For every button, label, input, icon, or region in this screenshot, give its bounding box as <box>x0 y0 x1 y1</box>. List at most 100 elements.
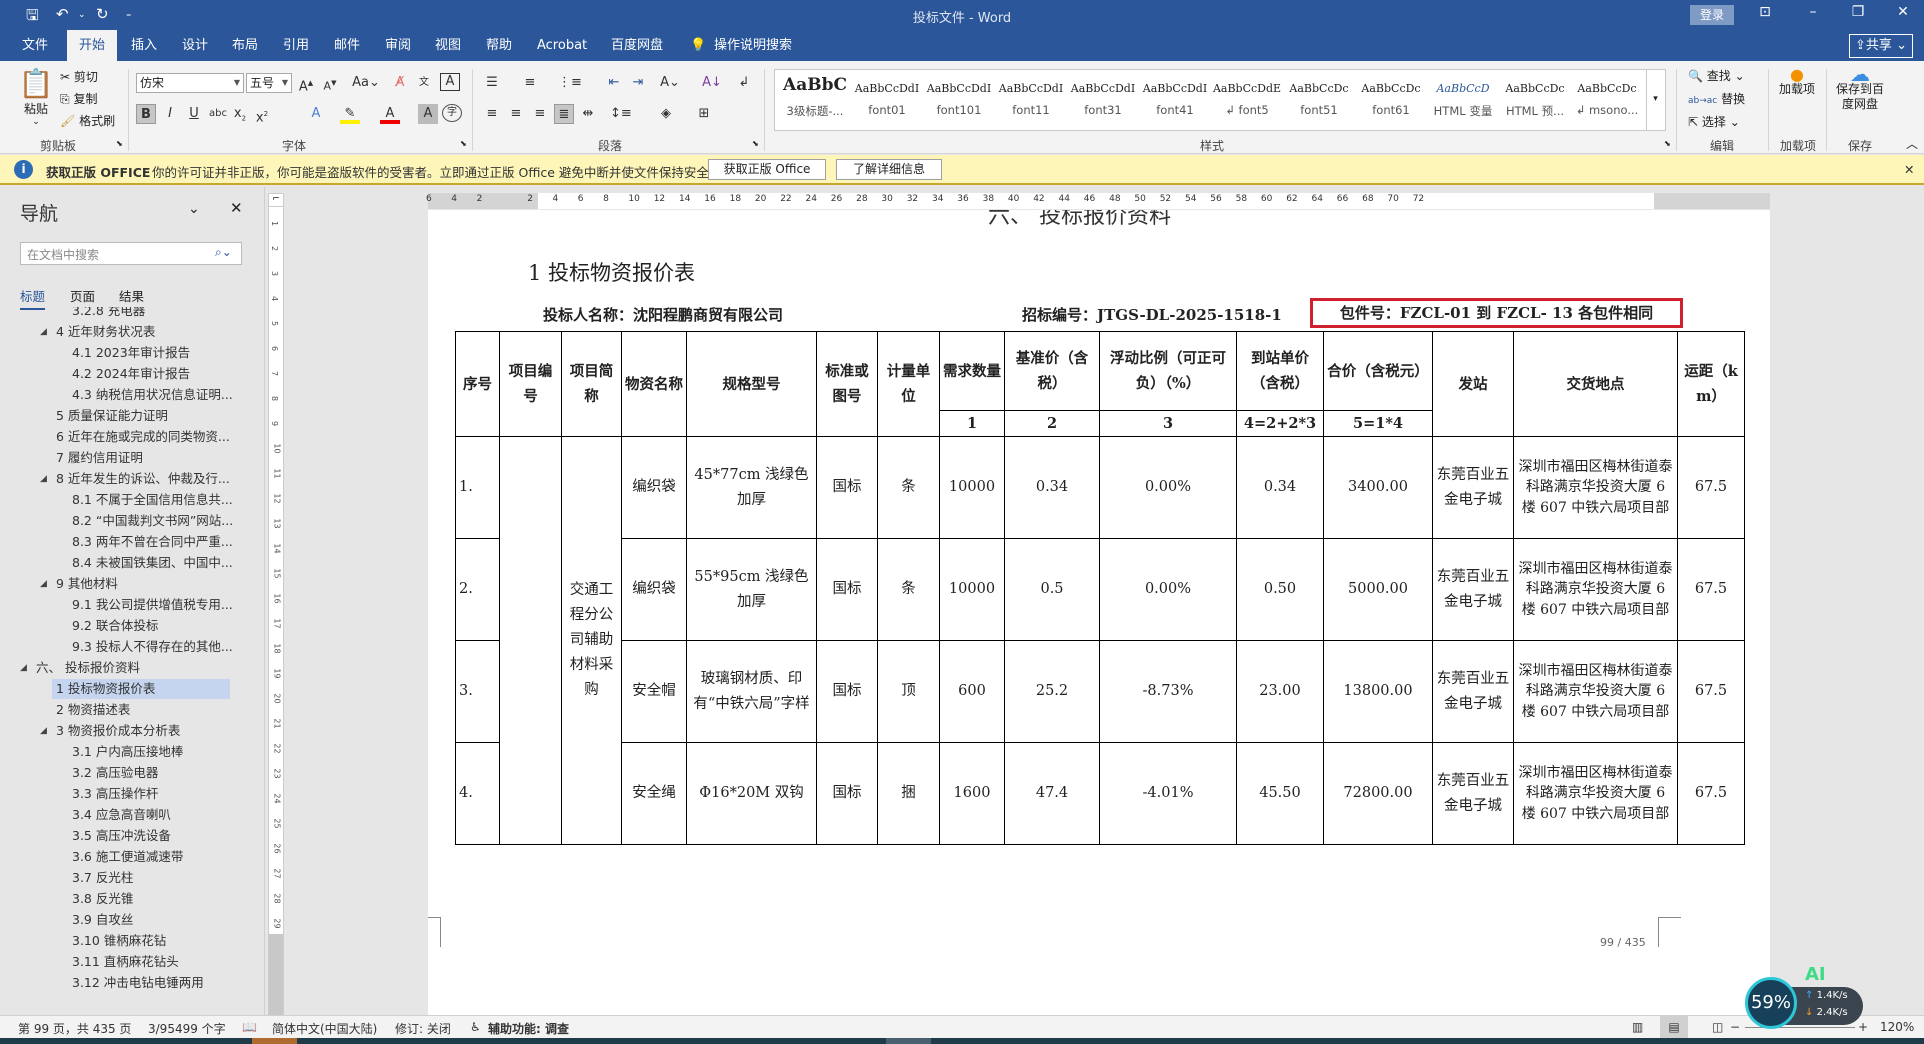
tab-review[interactable]: 审阅 <box>377 30 419 61</box>
proofing-icon[interactable]: 📖 <box>242 1020 257 1034</box>
accessibility-status[interactable]: 辅助功能: 调查 <box>488 1020 569 1037</box>
bold-button[interactable]: B <box>136 104 156 124</box>
addins-button[interactable]: ● 加载项 <box>1776 67 1818 97</box>
nav-heading-item[interactable]: 3.2 高压验电器 <box>72 763 158 783</box>
italic-button[interactable]: I <box>160 104 180 124</box>
nav-heading-item[interactable]: 8 近年发生的诉讼、仲裁及行... <box>56 469 230 489</box>
learn-more-button[interactable]: 了解详细信息 <box>836 159 942 180</box>
font-name-select[interactable]: 仿宋 ▼ <box>136 73 244 93</box>
underline-button[interactable]: U <box>184 104 204 124</box>
nav-heading-item[interactable]: 8.4 未被国铁集团、中国中... <box>72 553 233 573</box>
expand-triangle-icon[interactable]: ◢ <box>40 327 47 337</box>
align-right-icon[interactable]: ≡ <box>530 104 550 124</box>
close-icon[interactable]: ✕ <box>1888 4 1918 20</box>
nav-heading-item[interactable]: 六、 投标报价资料 <box>36 658 140 678</box>
tab-references[interactable]: 引用 <box>275 30 317 61</box>
character-border-icon[interactable]: A <box>440 73 460 91</box>
zoom-level[interactable]: 120% <box>1880 1020 1914 1034</box>
network-speed-widget[interactable]: AI 59% ↑ 1.4K/s ↓ 2.4K/s <box>1745 964 1863 1029</box>
nav-heading-item[interactable]: 9.1 我公司提供增值税专用... <box>72 595 233 615</box>
cut-button[interactable]: ✂ 剪切 <box>60 68 98 85</box>
character-shading-icon[interactable]: A <box>418 104 438 124</box>
page-count[interactable]: 第 99 页，共 435 页 <box>18 1020 131 1037</box>
style-gallery-item[interactable]: AaBbCcDc font51 <box>1283 70 1355 130</box>
nav-heading-item[interactable]: 9 其他材料 <box>56 574 118 594</box>
increase-indent-icon[interactable]: ⇥ <box>628 73 648 93</box>
nav-heading-item[interactable]: 9.3 投标人不得存在的其他... <box>72 637 233 657</box>
tab-help[interactable]: 帮助 <box>478 30 520 61</box>
numbering-icon[interactable]: ≡ <box>520 73 540 93</box>
decrease-indent-icon[interactable]: ⇤ <box>604 73 624 93</box>
share-button[interactable]: ⇪共享 ⌄ <box>1849 34 1913 58</box>
search-icon[interactable]: ⌕⌄ <box>215 245 232 260</box>
nav-heading-item[interactable]: 8.2 “中国裁判文书网”网站... <box>72 511 233 531</box>
horizontal-ruler[interactable]: 6 4 2 2 4 6 8 10 12 14 16 18 20 22 24 26 28 30 32 34 36 38 40 4… <box>426 193 1770 209</box>
expand-triangle-icon[interactable]: ◢ <box>40 726 47 736</box>
login-button[interactable]: 登录 <box>1690 5 1734 25</box>
nav-heading-item[interactable]: 3.11 直柄麻花钻头 <box>72 952 179 972</box>
expand-triangle-icon[interactable]: ◢ <box>40 474 47 484</box>
tab-design[interactable]: 设计 <box>174 30 216 61</box>
sort-icon[interactable]: A↓ <box>702 73 722 93</box>
read-mode-icon[interactable]: ▥ <box>1632 1020 1643 1034</box>
subscript-button[interactable]: x2 <box>230 104 250 124</box>
style-gallery-item[interactable]: AaBbCcDc font61 <box>1355 70 1427 130</box>
nav-heading-item[interactable]: 9.2 联合体投标 <box>72 616 158 636</box>
nav-heading-item[interactable]: 3.6 施工便道减速带 <box>72 847 183 867</box>
text-direction-icon[interactable]: A⌄ <box>660 73 680 93</box>
distributed-icon[interactable]: ⇹ <box>578 104 598 124</box>
shading-icon[interactable]: ◈ <box>656 104 676 124</box>
paste-button[interactable]: 📋 粘贴 ⌄ <box>18 67 54 127</box>
tab-selector[interactable]: ⌐ <box>268 193 284 207</box>
vertical-ruler[interactable]: 1 2 3 4 5 6 7 8 9 10 11 12 13 14 15 16 17 18 19 20 21 22 23 24 2… <box>268 193 284 1029</box>
close-icon[interactable]: ✕ <box>1904 162 1914 177</box>
show-marks-icon[interactable]: ↲ <box>734 73 754 93</box>
tab-acrobat[interactable]: Acrobat <box>529 30 595 61</box>
styles-more-button[interactable]: ▾ <box>1646 69 1664 131</box>
select-button[interactable]: ⇱ 选择 ⌄ <box>1688 113 1740 130</box>
zoom-out-button[interactable]: − <box>1730 1020 1740 1034</box>
style-gallery-item[interactable]: AaBbCcDdI font01 <box>851 70 923 130</box>
chevron-down-icon[interactable]: ⌄ <box>188 201 200 217</box>
nav-heading-item[interactable]: 3.7 反光柱 <box>72 868 133 888</box>
font-size-select[interactable]: 五号 ▼ <box>246 73 292 93</box>
font-color-icon[interactable]: A <box>380 104 400 124</box>
dialog-launcher-icon[interactable]: ⬊ <box>752 139 759 148</box>
dialog-launcher-icon[interactable]: ⬊ <box>460 139 467 148</box>
style-gallery-item[interactable]: AaBbCcDdI font41 <box>1139 70 1211 130</box>
style-gallery-item[interactable]: AaBbCcDdI font11 <box>995 70 1067 130</box>
style-gallery-item[interactable]: AaBbC 3级标题-... <box>779 70 851 130</box>
nav-heading-item[interactable]: 2 物资描述表 <box>56 700 130 720</box>
word-count[interactable]: 3/95499 个字 <box>148 1020 226 1037</box>
nav-heading-item[interactable]: 5 质量保证能力证明 <box>56 406 168 426</box>
nav-heading-item[interactable]: 3.3 高压操作杆 <box>72 784 158 804</box>
enclose-characters-icon[interactable]: 字 <box>442 104 462 122</box>
expand-triangle-icon[interactable]: ◢ <box>40 579 47 589</box>
maximize-icon[interactable]: ❐ <box>1843 4 1873 20</box>
style-gallery-item[interactable]: AaBbCcDc ↲ msono... <box>1571 70 1643 130</box>
tab-view[interactable]: 视图 <box>427 30 469 61</box>
nav-tab-pages[interactable]: 页面 <box>70 286 95 305</box>
nav-heading-item[interactable]: 4.2 2024年审计报告 <box>72 364 190 384</box>
close-icon[interactable]: ✕ <box>230 199 243 217</box>
track-changes-status[interactable]: 修订: 关闭 <box>395 1020 451 1037</box>
copy-button[interactable]: ⎘ 复制 <box>60 90 97 107</box>
bullets-icon[interactable]: ☰ <box>482 73 502 93</box>
nav-heading-item[interactable]: 8.1 不属于全国信用信息共... <box>72 490 233 510</box>
document-page[interactable]: 六、 投标报价资料 1 投标物资报价表 投标人名称：沈阳程鹏商贸有限公司 招标编… <box>428 210 1770 1015</box>
tell-me-search[interactable]: 操作说明搜索 <box>706 30 800 61</box>
nav-heading-item[interactable]: 3.4 应急高音喇叭 <box>72 805 171 825</box>
collapse-ribbon-icon[interactable]: ︿ <box>1906 135 1918 152</box>
nav-search-input[interactable]: 在文档中搜索 ⌕⌄ <box>20 242 242 265</box>
print-layout-icon[interactable]: ▤ <box>1660 1016 1688 1038</box>
borders-icon[interactable]: ⊞ <box>694 104 714 124</box>
nav-heading-item[interactable]: 3.5 高压冲洗设备 <box>72 826 171 846</box>
language[interactable]: 简体中文(中国大陆) <box>272 1020 377 1037</box>
tab-baidu-netdisk[interactable]: 百度网盘 <box>603 30 671 61</box>
clear-formatting-icon[interactable]: A̸ <box>390 73 410 93</box>
dialog-launcher-icon[interactable]: ⬊ <box>116 139 123 148</box>
nav-heading-item[interactable]: 3.10 锥柄麻花钻 <box>72 931 166 951</box>
format-painter-button[interactable]: 🖌 格式刷 <box>60 112 115 129</box>
nav-heading-item[interactable]: 4.3 纳税信用状况信息证明... <box>72 385 233 405</box>
replace-button[interactable]: ab→ac 替换 <box>1688 90 1745 107</box>
